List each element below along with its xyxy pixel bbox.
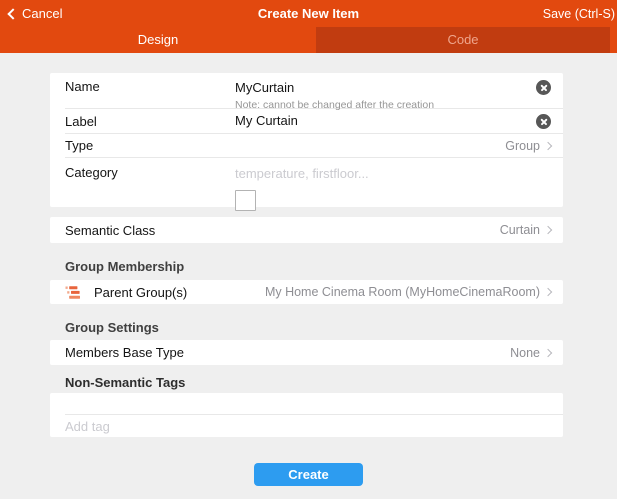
save-button[interactable]: Save (Ctrl-S) — [543, 7, 617, 21]
tags-empty-row — [50, 393, 563, 414]
semantic-class-label: Semantic Class — [65, 223, 155, 238]
members-base-type-label: Members Base Type — [65, 345, 184, 360]
name-input[interactable] — [235, 80, 528, 95]
page-content: Name Note: cannot be changed after the c… — [0, 53, 617, 499]
clear-name-icon[interactable] — [536, 80, 551, 95]
chevron-right-icon — [544, 288, 552, 296]
cancel-label: Cancel — [22, 6, 62, 21]
create-new-item-screen: Cancel Create New Item Save (Ctrl-S) Des… — [0, 0, 617, 499]
create-button[interactable]: Create — [254, 463, 363, 486]
group-list-icon — [65, 286, 81, 299]
category-label: Category — [65, 165, 235, 180]
members-base-type-value-wrap: None — [510, 346, 551, 360]
semantic-class-card: Semantic Class Curtain — [50, 217, 563, 243]
semantic-class-value: Curtain — [500, 223, 540, 237]
item-details-card: Name Note: cannot be changed after the c… — [50, 73, 563, 207]
category-row: Category — [50, 158, 563, 207]
members-base-type-value: None — [510, 346, 540, 360]
add-tag-row — [50, 415, 563, 437]
name-note: Note: cannot be changed after the creati… — [235, 99, 528, 111]
category-input[interactable] — [235, 166, 551, 181]
parent-groups-value-wrap: My Home Cinema Room (MyHomeCinemaRoom) — [265, 285, 551, 299]
label-row: Label — [50, 109, 563, 133]
parent-groups-card: Parent Group(s) My Home Cinema Room (MyH… — [50, 280, 563, 304]
type-value: Group — [505, 139, 540, 153]
chevron-right-icon — [544, 226, 552, 234]
label-input[interactable] — [235, 113, 528, 128]
name-input-wrap: Note: cannot be changed after the creati… — [235, 79, 528, 111]
clear-label-icon[interactable] — [536, 114, 551, 129]
parent-groups-value: My Home Cinema Room (MyHomeCinemaRoom) — [265, 285, 540, 299]
name-row: Name Note: cannot be changed after the c… — [50, 73, 563, 108]
label-label: Label — [65, 114, 235, 129]
tabbar-spacer — [610, 27, 617, 53]
tabbar: Design Code — [0, 27, 617, 53]
type-value-wrap: Group — [505, 139, 551, 153]
label-input-wrap — [235, 112, 528, 130]
members-base-type-card: Members Base Type None — [50, 340, 563, 365]
semantic-class-value-wrap: Curtain — [500, 223, 551, 237]
category-icon-preview-box — [235, 190, 256, 211]
category-input-wrap — [235, 165, 551, 211]
tab-code[interactable]: Code — [316, 27, 610, 53]
navbar: Cancel Create New Item Save (Ctrl-S) — [0, 0, 617, 27]
back-chevron-icon — [7, 8, 18, 19]
parent-groups-row[interactable]: Parent Group(s) My Home Cinema Room (MyH… — [50, 280, 563, 304]
type-label: Type — [65, 138, 235, 153]
tab-design[interactable]: Design — [0, 27, 316, 53]
group-membership-heading: Group Membership — [65, 259, 617, 274]
add-tag-input[interactable] — [65, 419, 551, 434]
chevron-right-icon — [544, 348, 552, 356]
type-row[interactable]: Type Group — [50, 134, 563, 157]
non-semantic-tags-heading: Non-Semantic Tags — [65, 375, 617, 390]
group-settings-heading: Group Settings — [65, 320, 617, 335]
tags-card — [50, 393, 563, 437]
cancel-button[interactable]: Cancel — [0, 6, 62, 21]
semantic-class-row[interactable]: Semantic Class Curtain — [50, 217, 563, 243]
parent-groups-label: Parent Group(s) — [94, 285, 187, 300]
members-base-type-row[interactable]: Members Base Type None — [50, 340, 563, 365]
name-label: Name — [65, 79, 235, 94]
page-title: Create New Item — [0, 6, 617, 21]
chevron-right-icon — [544, 141, 552, 149]
